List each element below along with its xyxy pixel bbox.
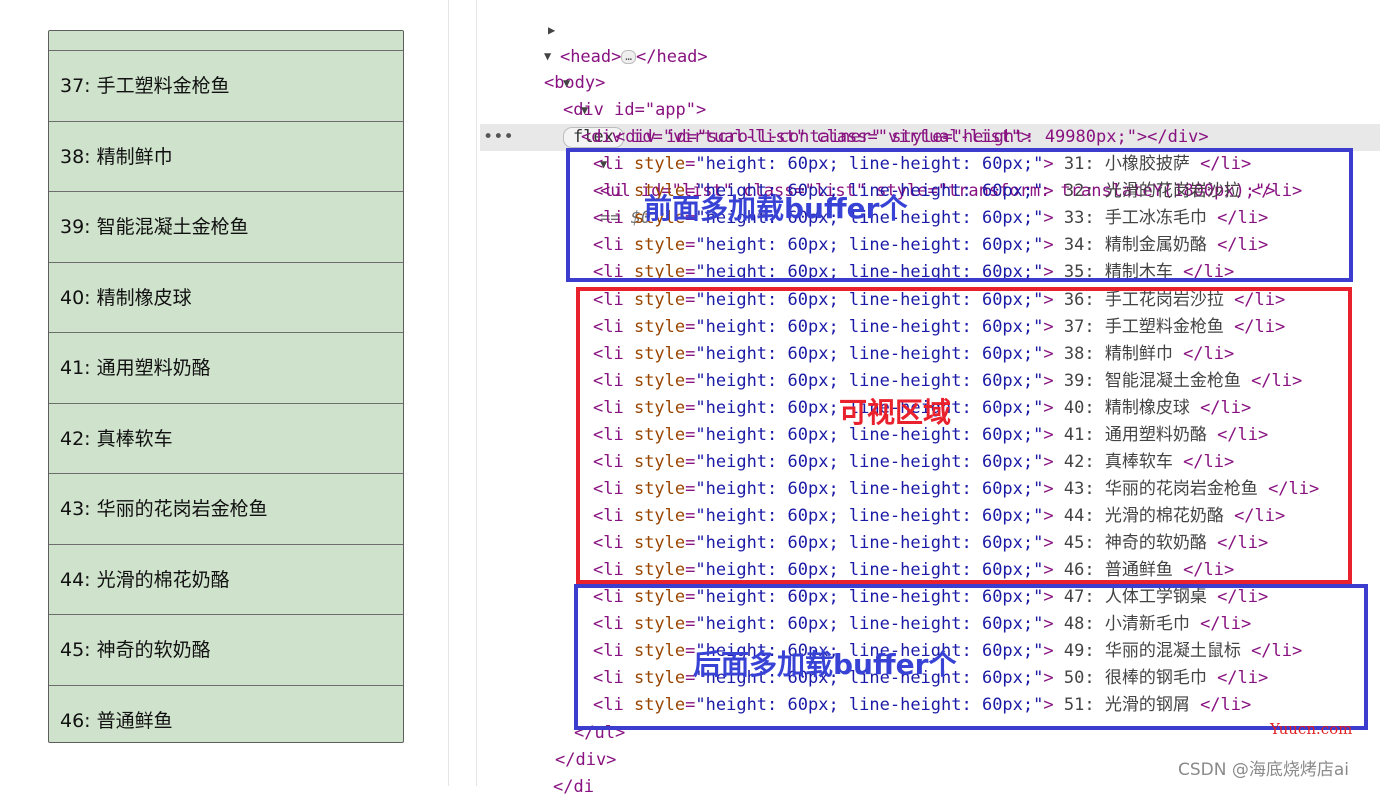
dom-node-app[interactable]: ▼ <div id="app"> flex — [522, 43, 706, 148]
gutter-divider — [476, 0, 477, 786]
list-item: 46: 普通鲜鱼 — [49, 686, 403, 743]
dom-node-head[interactable]: ▶ <head>… </head> — [507, 0, 708, 67]
virtual-list-container[interactable]: 37: 手工塑料金枪鱼 38: 精制鲜巾 39: 智能混凝土金枪鱼 40: 精制… — [48, 30, 404, 743]
top-buffer-label: 前面多加载buffer个 — [644, 192, 908, 225]
list-item: 44: 光滑的棉花奶酪 — [49, 545, 403, 615]
list-item: 40: 精制橡皮球 — [49, 263, 403, 333]
list-item: 43: 华丽的花岗岩金枪鱼 — [49, 474, 403, 545]
list-item: 42: 真棒软车 — [49, 404, 403, 474]
site-watermark: Yuucn.com — [1270, 720, 1353, 738]
dom-node-div-close[interactable]: </div> — [555, 747, 616, 774]
node-actions-icon[interactable]: ••• — [483, 124, 514, 151]
list-item: 41: 通用塑料奶酪 — [49, 333, 403, 404]
dom-node-div-close-partial[interactable]: </di — [553, 774, 594, 801]
page-viewport: 37: 手工塑料金枪鱼 38: 精制鲜巾 39: 智能混凝土金枪鱼 40: 精制… — [0, 0, 449, 786]
list-item: 45: 神奇的软奶酪 — [49, 615, 403, 686]
dom-node-virtual-list[interactable]: ▼ <div id="virtual-list" class="virtual-… — [540, 70, 1031, 147]
visible-area-box — [576, 287, 1352, 584]
list-item: 37: 手工塑料金枪鱼 — [49, 51, 403, 122]
list-item-partial — [49, 31, 403, 51]
author-watermark: CSDN @海底烧烤店ai — [1178, 760, 1350, 780]
dom-node-list[interactable]: ▼ <ul id="list" class="list" style="tran… — [559, 124, 1276, 228]
visible-area-label: 可视区域 — [839, 396, 952, 429]
bottom-buffer-label: 后面多加载buffer个 — [693, 648, 957, 681]
list-item: 39: 智能混凝土金枪鱼 — [49, 192, 403, 263]
dom-node-scroll-container[interactable]: <div id="scroll-container" style="height… — [574, 97, 1209, 147]
list-item: 38: 精制鲜巾 — [49, 122, 403, 192]
dom-node-body[interactable]: ▼ <body> — [503, 16, 605, 93]
